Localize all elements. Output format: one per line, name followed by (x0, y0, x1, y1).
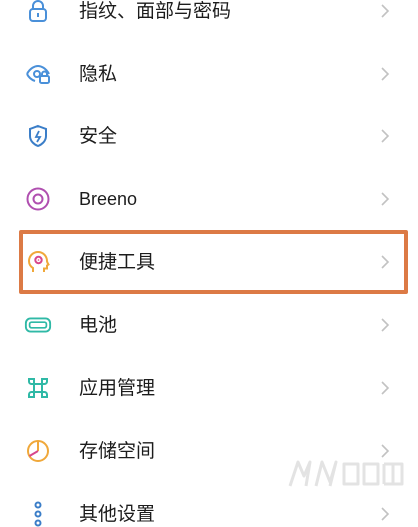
settings-item-label: 电池 (79, 314, 118, 336)
chevron-right-icon (377, 254, 393, 270)
settings-item-breeno[interactable]: Breeno (0, 167, 418, 231)
settings-list: 指纹、面部与密码 隐私 安全 Breeno 便捷工具 电池 应用管理 存储空间 … (0, 0, 418, 527)
settings-item-label: Breeno (79, 189, 138, 209)
settings-item-label: 指纹、面部与密码 (79, 0, 232, 22)
settings-item-battery[interactable]: 电池 (0, 293, 418, 357)
settings-item-label: 存储空间 (79, 440, 156, 462)
head-tools-icon (24, 248, 52, 276)
settings-item-label: 便捷工具 (79, 251, 156, 273)
more-settings-icon (24, 500, 52, 527)
settings-item-convenience-tools[interactable]: 便捷工具 (0, 230, 418, 294)
breeno-icon (24, 185, 52, 213)
settings-item-app-management[interactable]: 应用管理 (0, 356, 418, 420)
eye-privacy-icon (24, 60, 52, 88)
apps-grid-icon (24, 374, 52, 402)
settings-item-label: 隐私 (79, 63, 118, 85)
settings-item-fingerprint-face-password[interactable]: 指纹、面部与密码 (0, 0, 418, 43)
chevron-right-icon (377, 506, 393, 522)
battery-icon (24, 311, 52, 339)
settings-item-label: 安全 (79, 125, 118, 147)
chevron-right-icon (377, 66, 393, 82)
settings-item-security[interactable]: 安全 (0, 104, 418, 168)
chevron-right-icon (377, 191, 393, 207)
settings-item-label: 其他设置 (79, 503, 156, 525)
settings-item-label: 应用管理 (79, 377, 156, 399)
chevron-right-icon (377, 317, 393, 333)
watermark-logo (288, 460, 404, 487)
chevron-right-icon (377, 443, 393, 459)
chevron-right-icon (377, 128, 393, 144)
shield-icon (24, 122, 52, 150)
chevron-right-icon (377, 3, 393, 19)
lock-icon (24, 0, 52, 25)
storage-pie-icon (24, 437, 52, 465)
chevron-right-icon (377, 380, 393, 396)
settings-item-privacy[interactable]: 隐私 (0, 42, 418, 106)
